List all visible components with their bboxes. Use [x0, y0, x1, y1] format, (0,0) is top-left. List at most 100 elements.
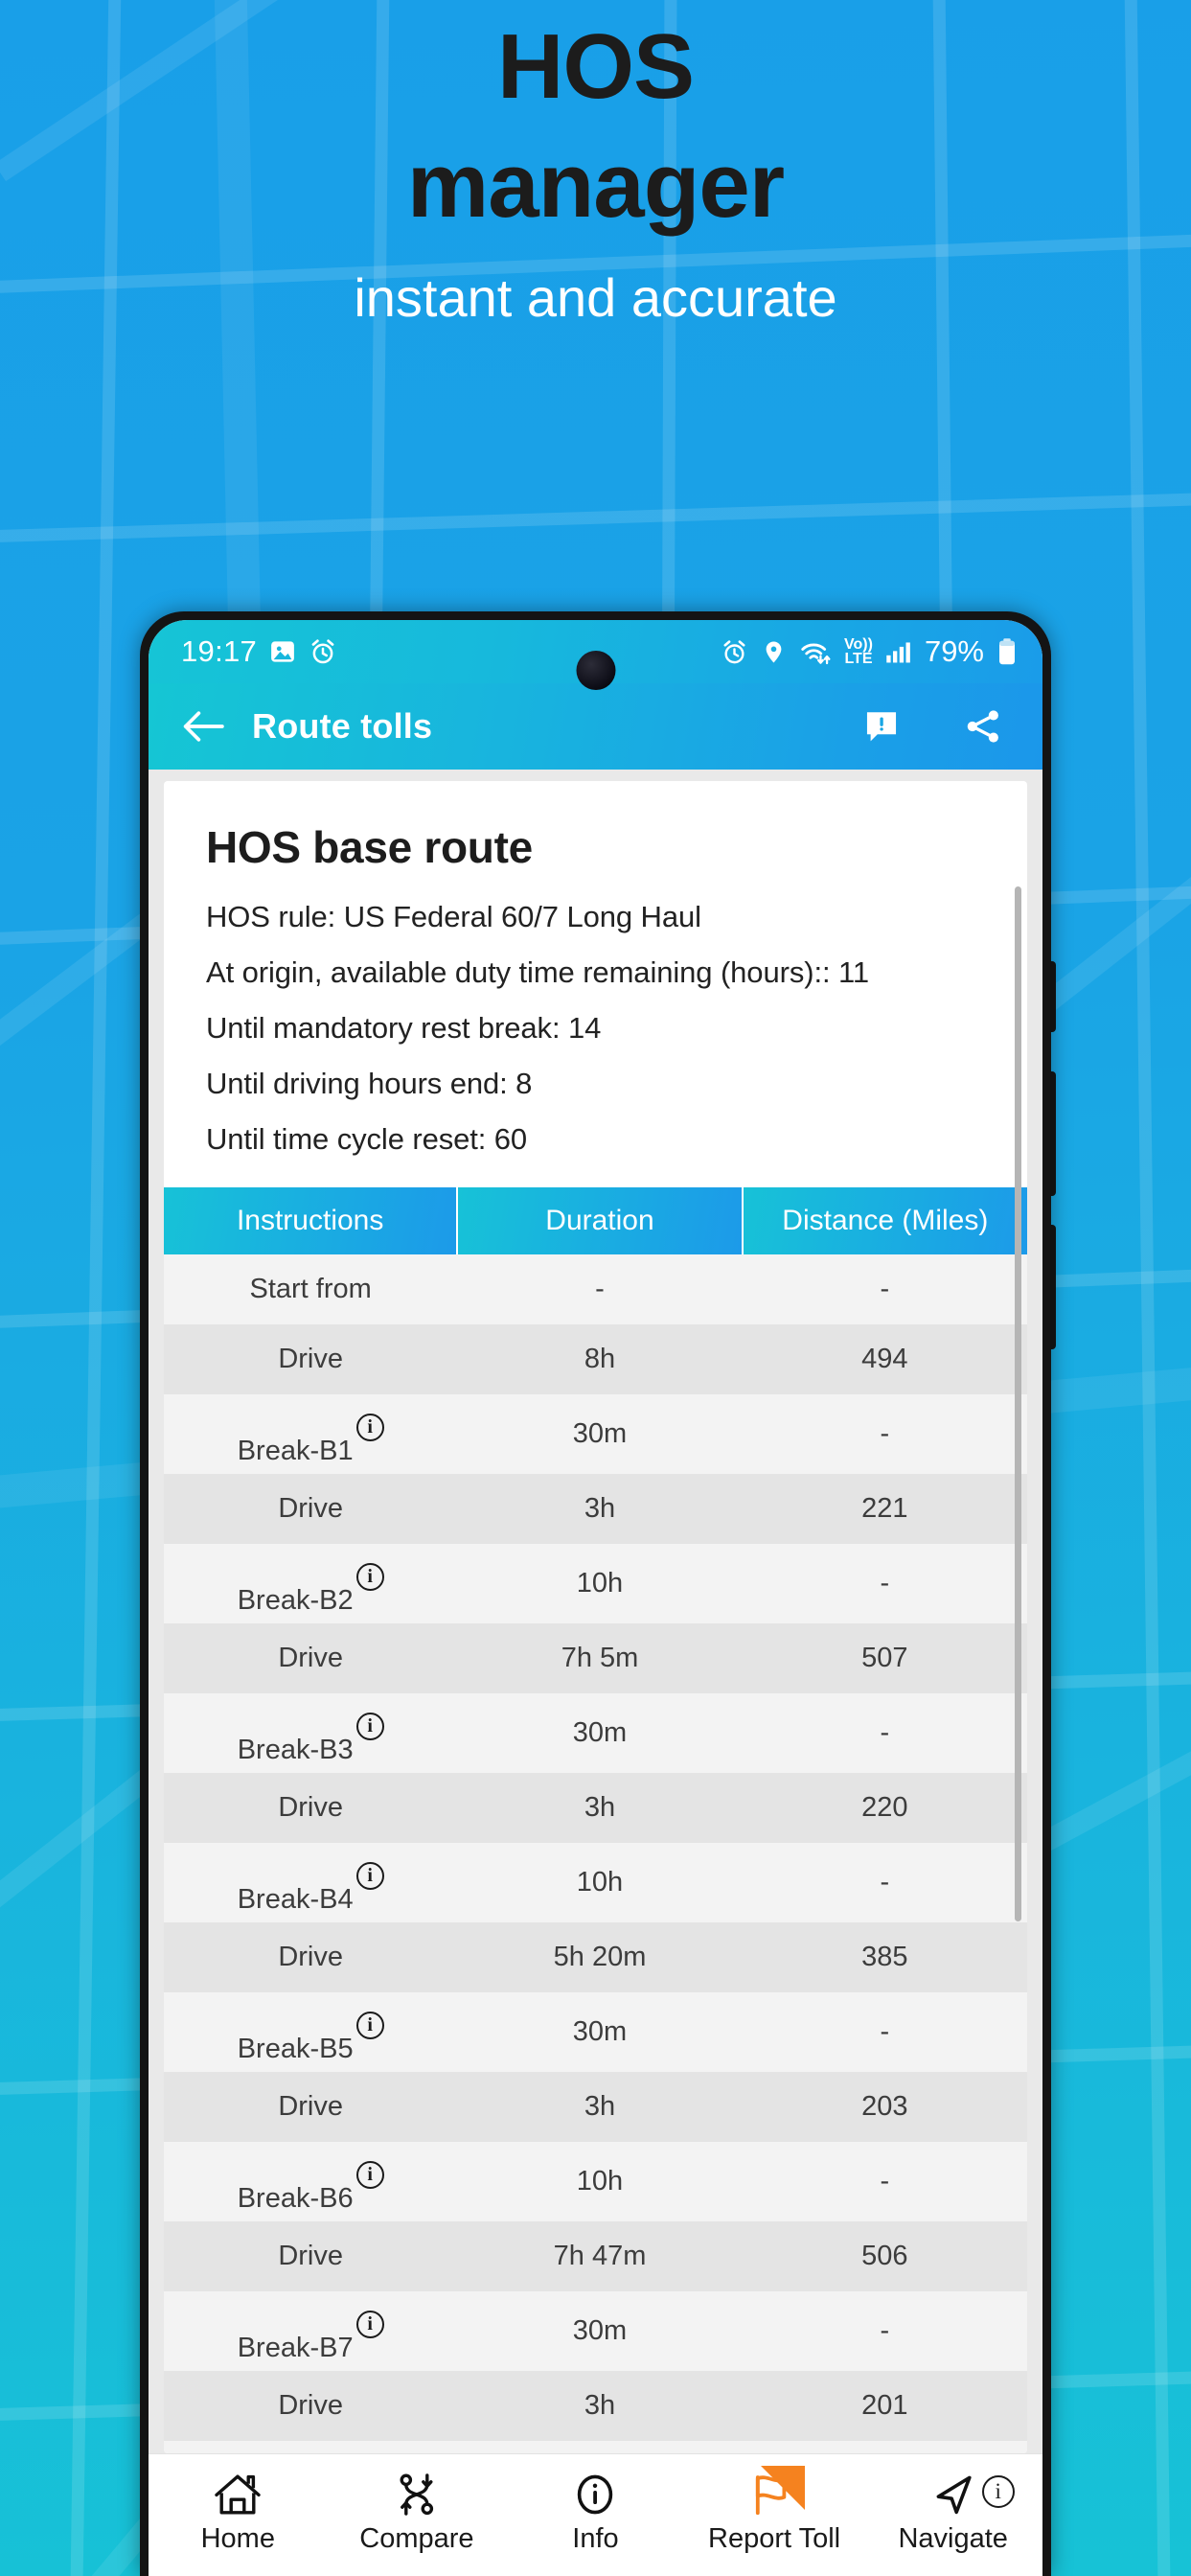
table-row[interactable]: Drive 3h 221	[164, 1474, 1027, 1544]
cell-duration: 10h	[576, 1568, 624, 1598]
nav-label-compare: Compare	[359, 2523, 474, 2554]
table-row[interactable]: Break-B7 i 30m -	[164, 2291, 1027, 2371]
cell-duration: 10h	[576, 2166, 624, 2196]
nav-item-report-toll[interactable]: New Report Toll	[702, 2466, 846, 2555]
instruction-label: Break-B7	[237, 2333, 354, 2363]
alarm-icon	[309, 637, 337, 666]
cell-distance: -	[880, 2016, 890, 2047]
table-row[interactable]: Break-B4 i 10h -	[164, 1843, 1027, 1922]
cell-duration: 7h 5m	[561, 1643, 639, 1673]
cell-distance: 506	[861, 2241, 908, 2271]
row-info-icon[interactable]: i	[355, 2311, 384, 2338]
cell-instruction: Drive	[164, 1324, 457, 1394]
route-title: HOS base route	[206, 822, 533, 872]
cell-duration: 3h	[584, 2091, 616, 2122]
battery-percentage: 79%	[924, 634, 984, 668]
table-row[interactable]: Drive 3h 220	[164, 1773, 1027, 1843]
info-icon	[572, 2470, 618, 2518]
content-area: HOS base route HOS rule: US Federal 60/7…	[149, 770, 1042, 2453]
cell-distance: 494	[861, 1344, 908, 1374]
cell-duration: 10h	[457, 2441, 742, 2453]
route-summary-line: At origin, available duty time remaining…	[206, 955, 869, 989]
cell-distance: 221	[861, 1493, 908, 1524]
cell-distance: 507	[861, 1643, 908, 1673]
promo-title-line2: manager	[406, 133, 785, 237]
app-bar: Route tolls	[149, 683, 1042, 770]
table-row[interactable]: Drive 3h 201	[164, 2371, 1027, 2441]
row-info-icon[interactable]: i	[355, 2161, 384, 2189]
promo-subtitle: instant and accurate	[354, 267, 837, 329]
cell-instruction: Drive	[164, 1773, 457, 1843]
table-row[interactable]: Drive 7h 47m 506	[164, 2221, 1027, 2291]
cell-instruction: Break-B7 i	[164, 2291, 457, 2371]
column-header-distance[interactable]: Distance (Miles)	[742, 1187, 1027, 1254]
table-row[interactable]: Drive 5h 20m 385	[164, 1922, 1027, 1992]
instruction-label: Drive	[278, 2091, 343, 2122]
cell-instruction: Break-B3 i	[164, 1693, 457, 1773]
instruction-label: Break-B6	[237, 2183, 354, 2214]
status-bar-right: Vo)) LTE 79%	[721, 634, 1018, 669]
table-row[interactable]: Break-B6 i 10h -	[164, 2142, 1027, 2221]
scrollbar-track[interactable]	[1015, 781, 1024, 2453]
table-row[interactable]: Break-B5 i 30m -	[164, 1992, 1027, 2072]
column-header-duration[interactable]: Duration	[457, 1187, 744, 1254]
table-row[interactable]: Break-B1 i 30m -	[164, 1394, 1027, 1474]
bottom-navigation-bar: Home Compare Info New Report Toll i Navi…	[149, 2453, 1042, 2576]
cell-distance: -	[880, 1418, 890, 1449]
arrow-left-icon[interactable]	[175, 699, 231, 754]
table-row[interactable]: Break-B2 i 10h -	[164, 1544, 1027, 1623]
row-info-icon[interactable]: i	[355, 2012, 384, 2039]
row-info-icon[interactable]: i	[355, 1862, 384, 1890]
cell-instruction: Drive	[164, 1474, 457, 1544]
cell-instruction: Break-B6 i	[164, 2142, 457, 2221]
table-row[interactable]: Break-B3 i 30m -	[164, 1693, 1027, 1773]
status-bar-left: 19:17	[181, 634, 337, 669]
instruction-label: Drive	[278, 1493, 343, 1524]
nav-item-info[interactable]: Info	[523, 2470, 667, 2555]
row-info-icon[interactable]: i	[355, 1563, 384, 1591]
cell-instruction: Break-B1 i	[164, 1394, 457, 1474]
promo-headline-block: HOS manager instant and accurate	[0, 0, 1191, 330]
cell-instruction: Drive	[164, 1623, 457, 1693]
cell-distance: -	[880, 1568, 890, 1598]
table-header-row: Instructions Duration Distance (Miles)	[164, 1187, 1027, 1254]
nav-item-navigate[interactable]: i Navigate	[882, 2470, 1025, 2555]
table-body: Start from - - Drive 8h 494 Break-B1 i 30m - Drive…	[164, 1254, 1027, 2453]
nav-item-compare[interactable]: Compare	[345, 2470, 489, 2555]
nav-label-info: Info	[572, 2523, 619, 2554]
cell-duration: 30m	[572, 2315, 628, 2346]
route-card-inner: HOS base route HOS rule: US Federal 60/7…	[164, 821, 1027, 1157]
feedback-icon[interactable]	[857, 702, 906, 751]
cell-duration: 7h 47m	[553, 2241, 647, 2271]
app-bar-actions	[857, 702, 1008, 751]
cell-distance: -	[880, 1274, 890, 1304]
nav-label-navigate: Navigate	[898, 2523, 1008, 2554]
table-row[interactable]: Drive 7h 5m 507	[164, 1623, 1027, 1693]
table-row[interactable]: Break-B8i10h-	[164, 2441, 1027, 2453]
cell-distance: -	[880, 1867, 890, 1898]
table-row[interactable]: Drive 8h 494	[164, 1324, 1027, 1394]
table-row[interactable]: Start from - -	[164, 1254, 1027, 1324]
table-row[interactable]: Drive 3h 203	[164, 2072, 1027, 2142]
row-info-icon[interactable]: i	[355, 1414, 384, 1441]
cell-duration: -	[595, 1274, 605, 1304]
image-icon	[268, 637, 297, 666]
volte-bottom-text: LTE	[844, 651, 873, 667]
cell-distance: 385	[861, 1942, 908, 1972]
column-header-instructions[interactable]: Instructions	[164, 1187, 459, 1254]
navigate-arrow-icon: i	[930, 2470, 1015, 2518]
nav-item-home[interactable]: Home	[166, 2470, 309, 2555]
route-summary-line: Until driving hours end: 8	[206, 1067, 533, 1100]
instruction-label: Break-B3	[237, 1735, 354, 1765]
instruction-label: Drive	[278, 1792, 343, 1823]
row-info-icon[interactable]: i	[355, 1713, 384, 1740]
navigate-info-icon[interactable]: i	[981, 2475, 1015, 2508]
cell-distance: -	[880, 2166, 890, 2196]
cell-duration: 30m	[572, 1717, 628, 1748]
instruction-label: Drive	[278, 2241, 343, 2271]
cell-instruction: Drive	[164, 2072, 457, 2142]
route-summary-line: Until mandatory rest break: 14	[206, 1011, 602, 1045]
scrollbar-thumb[interactable]	[1015, 886, 1021, 1921]
battery-icon	[996, 637, 1018, 666]
share-icon[interactable]	[958, 702, 1008, 751]
